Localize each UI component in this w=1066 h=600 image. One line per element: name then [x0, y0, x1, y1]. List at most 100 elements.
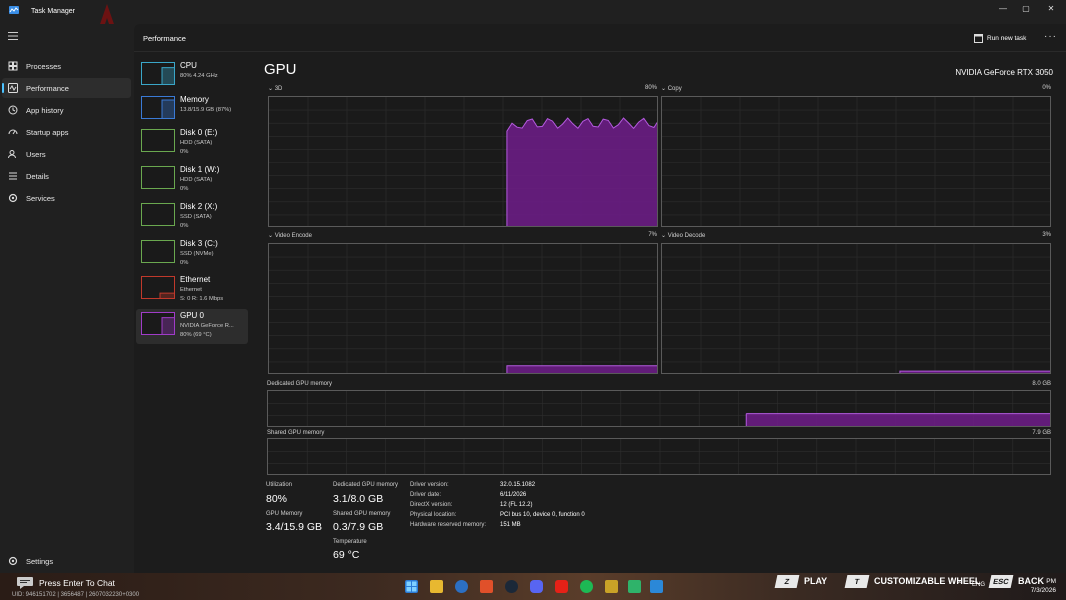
clock[interactable]: PM 7/3/2026	[1031, 577, 1056, 595]
hotkey-hint-play[interactable]: Z PLAY	[774, 574, 828, 588]
list-icon	[9, 172, 17, 180]
graph-encode-name: Video Encode	[274, 233, 312, 239]
device-thumbnail	[141, 96, 175, 119]
chat-prompt[interactable]: Press Enter To Chat	[17, 576, 115, 590]
graph-3d-name: 3D	[274, 86, 283, 92]
device-disk-3-c[interactable]: Disk 3 (C:) SSD (NVMe) 0%	[136, 237, 248, 272]
steam-icon[interactable]	[505, 580, 518, 593]
device-disk-0-e[interactable]: Disk 0 (E:) HDD (SATA) 0%	[136, 126, 248, 161]
device-thumb-fill	[161, 99, 174, 118]
info-value: 151 MB	[500, 522, 521, 528]
graph-value-video-decode: 3%	[1042, 232, 1051, 238]
settings-gear-icon	[8, 556, 18, 566]
more-options-button[interactable]: ···	[1044, 31, 1057, 42]
device-disk-1-w[interactable]: Disk 1 (W:) HDD (SATA) 0%	[136, 163, 248, 198]
device-thumbnail-graph	[161, 99, 174, 118]
device-thumbnail-graph	[142, 241, 175, 263]
run-new-task-label: Run new task	[987, 34, 1027, 42]
usage-area-video-decode	[899, 370, 1050, 373]
graph-label-3d[interactable]: ⌄ 3D	[268, 85, 282, 92]
graph-label-video-decode[interactable]: ⌄ Video Decode	[661, 232, 705, 239]
graph-3d	[268, 96, 658, 227]
graph-label-copy[interactable]: ⌄ Copy	[661, 85, 682, 92]
window-title: Task Manager	[31, 8, 75, 15]
nav-item-label: Details	[26, 172, 49, 181]
device-name: Disk 2 (X:)	[180, 202, 218, 211]
settings-nav-item[interactable]: Settings	[2, 554, 131, 570]
device-disk-2-x[interactable]: Disk 2 (X:) SSD (SATA) 0%	[136, 200, 248, 235]
nav-item-label: Startup apps	[26, 128, 69, 137]
nav-item-label: Processes	[26, 62, 62, 71]
tray-chevron-icon[interactable]: ⌃	[957, 581, 962, 588]
history-icon	[8, 105, 18, 115]
nav-item-label: Performance	[26, 84, 69, 93]
chat-prompt-label: Press Enter To Chat	[39, 578, 115, 588]
keycap: Z	[774, 574, 800, 588]
device-details: SSD (NVMe) 0%	[180, 250, 214, 267]
navigation-pane: Processes Performance App history Startup a…	[0, 24, 134, 573]
device-memory[interactable]: Memory 13.8/15.9 GB (87%)	[136, 93, 248, 128]
graph-value-video-encode: 7%	[648, 232, 657, 238]
device-thumbnail-graph	[159, 292, 174, 298]
brave-browser-icon[interactable]	[480, 580, 493, 593]
nav-item-users[interactable]: Users	[2, 144, 131, 164]
clock-time: PM	[1046, 578, 1056, 585]
device-detail-line: HDD (SATA)	[180, 177, 213, 183]
info-value: 12 (FL 12.2)	[500, 502, 533, 508]
device-cpu[interactable]: CPU 80% 4.24 GHz	[136, 59, 248, 94]
edge-browser-icon[interactable]	[455, 580, 468, 593]
temperature-value: 69 °C	[333, 549, 360, 561]
nav-item-performance[interactable]: Performance	[2, 78, 131, 98]
device-ethernet[interactable]: Ethernet Ethernet S: 0 R: 1.6 Mbps	[136, 273, 248, 308]
device-details: NVIDIA GeForce R... 80% (69 °C)	[180, 322, 234, 339]
graph-value-dedicated-memory: 8.0 GB	[1032, 381, 1051, 387]
device-detail-line: Ethernet	[180, 287, 202, 293]
language-indicator[interactable]: ENG	[972, 582, 985, 588]
graph-encode-plot	[269, 244, 657, 373]
youtube-icon[interactable]	[555, 580, 568, 593]
nav-item-startup-apps[interactable]: Startup apps	[2, 122, 131, 142]
graph-shared-memory	[267, 438, 1051, 475]
close-button[interactable]: ✕	[1044, 4, 1058, 14]
clock-date: 7/3/2026	[1030, 587, 1056, 594]
keycap: ESC	[988, 574, 1014, 588]
nav-item-details[interactable]: Details	[2, 166, 131, 186]
nav-item-app-history[interactable]: App history	[2, 100, 131, 120]
device-gpu-0[interactable]: GPU 0 NVIDIA GeForce R... 80% (69 °C)	[136, 309, 248, 344]
device-thumbnail-graph	[142, 204, 175, 226]
taskbar: Press Enter To Chat UID: 946151702 | 365…	[0, 573, 1066, 600]
task-manager-taskbar-icon[interactable]	[650, 580, 663, 593]
device-detail-line: 0%	[180, 259, 189, 266]
device-thumbnail-graph	[142, 167, 175, 189]
device-thumbnail	[141, 240, 175, 263]
graph-label-dedicated-memory: Dedicated GPU memory	[267, 381, 333, 387]
hamburger-menu-icon[interactable]	[8, 32, 18, 40]
graph-decode-name: Video Decode	[667, 233, 706, 239]
file-explorer-icon[interactable]	[430, 580, 443, 593]
title-bar[interactable]: Task Manager — ▢ ✕	[0, 0, 1066, 30]
spotify-icon[interactable]	[580, 580, 593, 593]
photo-app-icon[interactable]	[605, 580, 618, 593]
uid-text: UID: 946151702 | 3656487 | 2607032230+03…	[12, 592, 140, 598]
nav-item-processes[interactable]: Processes	[2, 56, 131, 76]
dedicated-memory-label: Dedicated GPU memory	[333, 482, 399, 488]
start-button[interactable]	[405, 580, 418, 593]
hotkey-label: PLAY	[804, 576, 828, 586]
device-name: Memory	[180, 95, 209, 104]
run-new-task-button[interactable]: Run new task	[974, 32, 1026, 44]
discord-icon[interactable]	[530, 580, 543, 593]
cog-icon	[8, 193, 18, 203]
graph-decode-plot	[662, 244, 1050, 373]
gpu-memory-label: GPU Memory	[266, 511, 303, 517]
nav-item-services[interactable]: Services	[2, 188, 131, 208]
graph-label-video-encode[interactable]: ⌄ Video Encode	[268, 232, 312, 239]
excel-like-icon[interactable]	[628, 580, 641, 593]
maximize-button[interactable]: ▢	[1019, 4, 1033, 14]
device-detail-line: SSD (NVMe)	[180, 251, 214, 257]
info-value: PCI bus 10, device 0, function 0	[500, 512, 585, 518]
device-detail-line: SSD (SATA)	[180, 214, 212, 220]
device-details: HDD (SATA) 0%	[180, 176, 212, 193]
gpu-memory-value: 3.4/15.9 GB	[266, 521, 323, 533]
minimize-button[interactable]: —	[996, 4, 1010, 14]
page-header: Performance Run new task ···	[134, 24, 1066, 52]
